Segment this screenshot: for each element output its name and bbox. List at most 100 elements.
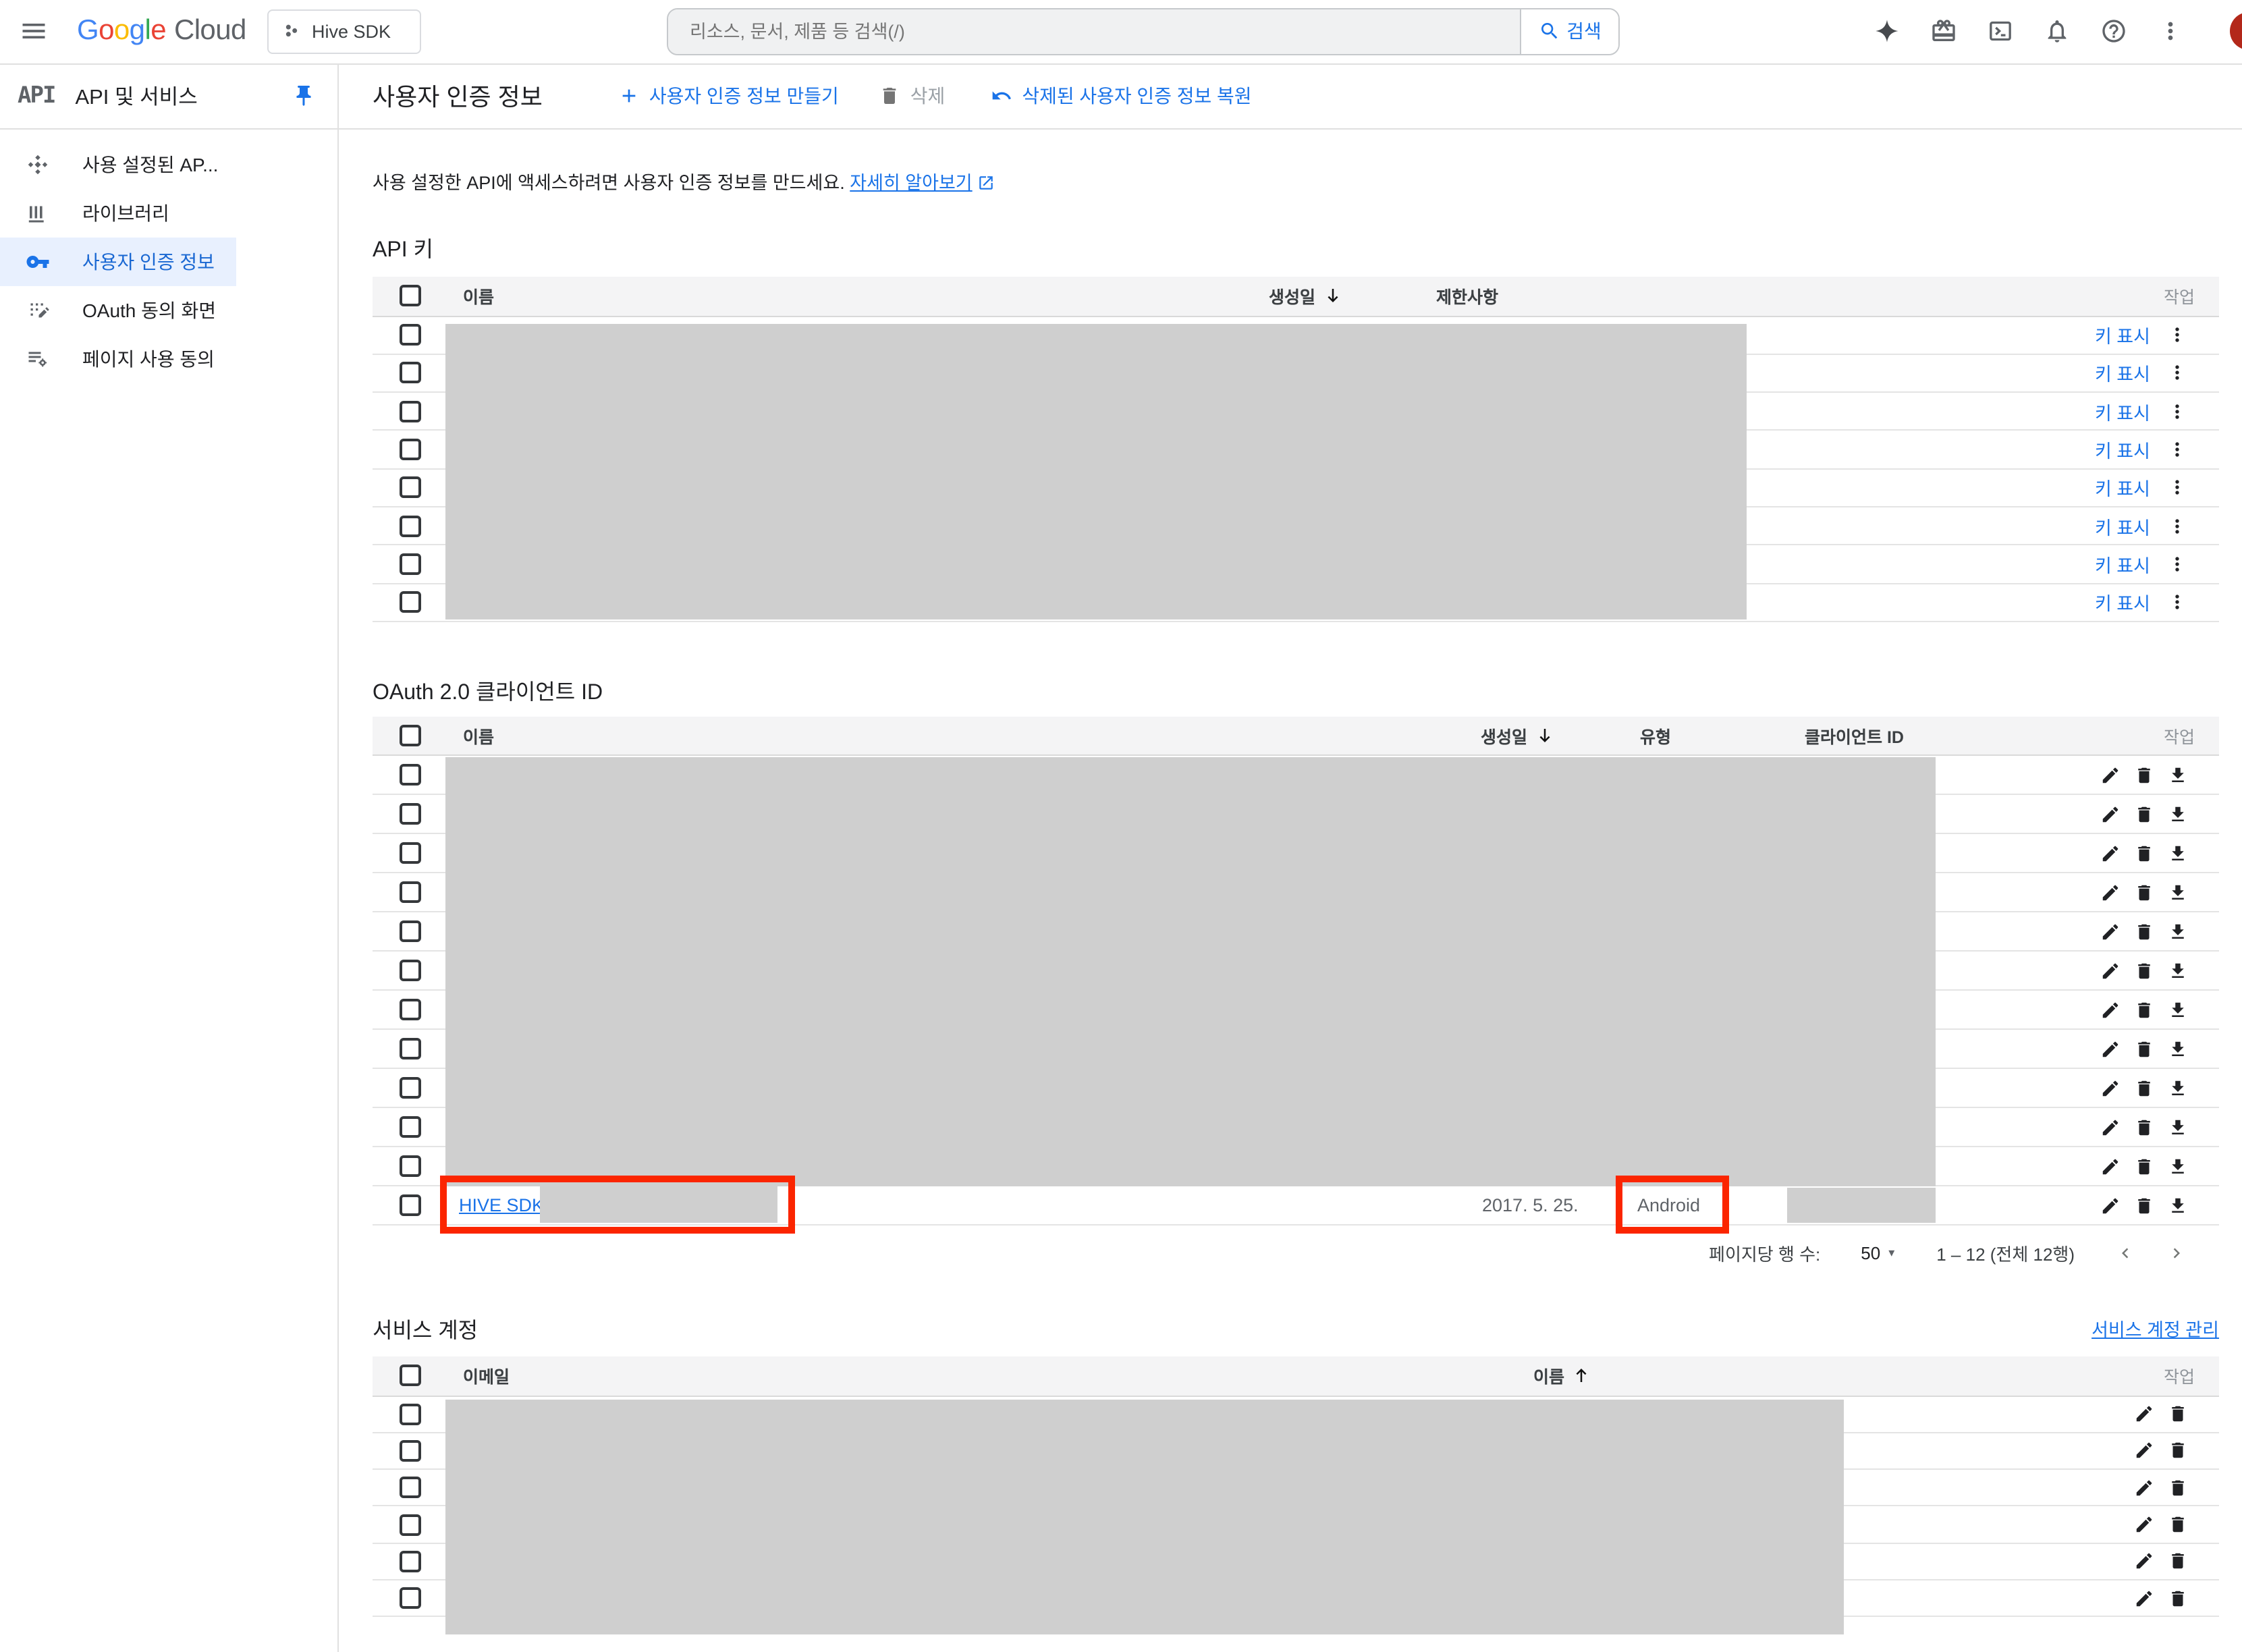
download-icon[interactable] [2168,804,2188,824]
edit-icon[interactable] [2134,1514,2154,1535]
edit-icon[interactable] [2100,804,2121,824]
download-icon[interactable] [2168,921,2188,941]
download-icon[interactable] [2168,1039,2188,1059]
download-icon[interactable] [2168,1195,2188,1215]
edit-icon[interactable] [2100,1078,2121,1098]
row-checkbox[interactable] [400,1587,421,1609]
edit-icon[interactable] [2100,999,2121,1020]
more-vert-icon[interactable] [2166,362,2188,384]
row-checkbox[interactable] [400,553,421,575]
notifications-icon[interactable] [2044,18,2071,45]
delete-icon[interactable] [2168,1514,2188,1535]
row-checkbox[interactable] [400,362,421,384]
edit-icon[interactable] [2100,1156,2121,1176]
menu-icon[interactable] [19,16,49,46]
edit-icon[interactable] [2134,1477,2154,1497]
show-key-link[interactable]: 키 표시 [2095,551,2150,578]
manage-service-accounts-link[interactable]: 서비스 계정 관리 [2091,1315,2219,1342]
row-checkbox[interactable] [400,999,421,1020]
delete-icon[interactable] [2134,1039,2154,1059]
row-checkbox[interactable] [400,1551,421,1572]
help-icon[interactable] [2100,18,2127,45]
edit-icon[interactable] [2100,843,2121,863]
next-page-icon[interactable] [2166,1242,2187,1263]
row-checkbox[interactable] [400,1440,421,1462]
row-checkbox[interactable] [400,1077,421,1099]
row-checkbox[interactable] [400,591,421,613]
row-checkbox[interactable] [400,1194,421,1216]
row-checkbox[interactable] [400,324,421,346]
download-icon[interactable] [2168,1117,2188,1137]
more-vert-icon[interactable] [2166,439,2188,460]
gift-icon[interactable] [1930,18,1957,45]
more-vert-icon[interactable] [2166,400,2188,422]
more-vert-icon[interactable] [2157,18,2184,45]
row-checkbox[interactable] [400,1403,421,1425]
show-key-link[interactable]: 키 표시 [2095,360,2150,387]
edit-icon[interactable] [2134,1551,2154,1572]
download-icon[interactable] [2168,1156,2188,1176]
column-name[interactable]: 이름 [1533,1363,1591,1389]
delete-icon[interactable] [2134,1156,2154,1176]
pin-icon[interactable] [292,84,316,108]
delete-icon[interactable] [2168,1404,2188,1424]
delete-icon[interactable] [2168,1588,2188,1608]
more-vert-icon[interactable] [2166,324,2188,346]
edit-icon[interactable] [2100,882,2121,902]
row-checkbox[interactable] [400,477,421,499]
delete-icon[interactable] [2168,1477,2188,1497]
search-input[interactable] [668,9,1520,53]
show-key-link[interactable]: 키 표시 [2095,397,2150,424]
download-icon[interactable] [2168,960,2188,981]
project-selector[interactable]: Hive SDK [267,9,421,53]
delete-icon[interactable] [2134,1195,2154,1215]
show-key-link[interactable]: 키 표시 [2095,436,2150,463]
row-checkbox[interactable] [400,803,421,825]
show-key-link[interactable]: 키 표시 [2095,474,2150,501]
download-icon[interactable] [2168,1078,2188,1098]
row-checkbox[interactable] [400,1514,421,1535]
avatar[interactable]: p [2230,13,2242,51]
edit-icon[interactable] [2100,1195,2121,1215]
delete-icon[interactable] [2134,999,2154,1020]
download-icon[interactable] [2168,882,2188,902]
delete-icon[interactable] [2168,1551,2188,1572]
download-icon[interactable] [2168,999,2188,1020]
row-checkbox[interactable] [400,842,421,864]
previous-page-icon[interactable] [2115,1242,2135,1263]
edit-icon[interactable] [2134,1404,2154,1424]
sidebar-item-credentials[interactable]: 사용자 인증 정보 [0,238,337,286]
edit-icon[interactable] [2100,1039,2121,1059]
show-key-link[interactable]: 키 표시 [2095,588,2150,615]
edit-icon[interactable] [2100,765,2121,785]
select-all-checkbox[interactable] [400,285,421,307]
row-checkbox[interactable] [400,1477,421,1498]
delete-icon[interactable] [2134,804,2154,824]
row-checkbox[interactable] [400,439,421,460]
show-key-link[interactable]: 키 표시 [2095,321,2150,348]
delete-icon[interactable] [2134,765,2154,785]
edit-icon[interactable] [2100,921,2121,941]
row-checkbox[interactable] [400,1038,421,1059]
gemini-sparkle-icon[interactable] [1874,18,1901,45]
cloud-shell-icon[interactable] [1987,18,2014,45]
select-all-checkbox[interactable] [400,725,421,746]
row-checkbox[interactable] [400,881,421,903]
edit-icon[interactable] [2100,960,2121,981]
delete-icon[interactable] [2134,1117,2154,1137]
restore-credentials-button[interactable]: 삭제된 사용자 인증 정보 복원 [991,82,1251,109]
row-checkbox[interactable] [400,400,421,422]
delete-icon[interactable] [2134,921,2154,941]
row-checkbox[interactable] [400,960,421,981]
download-icon[interactable] [2168,843,2188,863]
sidebar-item-oauth-consent[interactable]: OAuth 동의 화면 [0,286,337,335]
more-vert-icon[interactable] [2166,591,2188,613]
sidebar-item-page-usage[interactable]: 페이지 사용 동의 [0,335,337,383]
edit-icon[interactable] [2100,1117,2121,1137]
select-all-checkbox[interactable] [400,1365,421,1387]
download-icon[interactable] [2168,765,2188,785]
column-created[interactable]: 생성일 [1269,283,1342,309]
delete-icon[interactable] [2168,1441,2188,1461]
more-vert-icon[interactable] [2166,515,2188,536]
more-vert-icon[interactable] [2166,477,2188,499]
